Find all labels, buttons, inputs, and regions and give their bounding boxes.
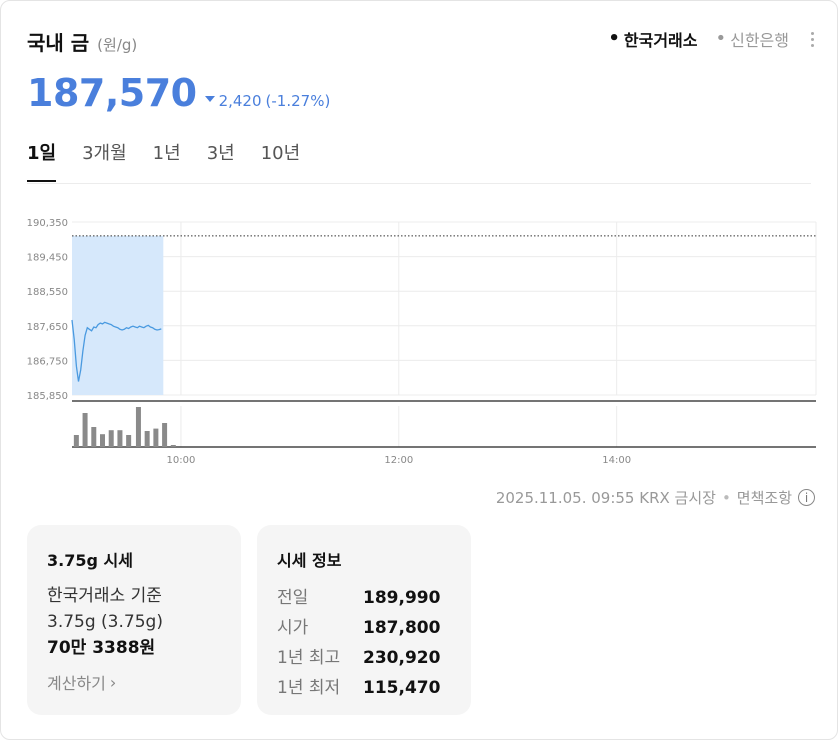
volume-bar bbox=[162, 423, 168, 447]
tab-1y[interactable]: 1년 bbox=[153, 137, 181, 181]
change-percent: (-1.27%) bbox=[265, 92, 331, 110]
info-row: 전일 189,990 bbox=[277, 583, 451, 613]
change-amount: 2,420 bbox=[218, 92, 262, 110]
info-label: 1년 최고 bbox=[277, 648, 341, 668]
y-tick-label: 190,350 bbox=[27, 218, 68, 229]
x-tick-label: 10:00 bbox=[167, 455, 196, 466]
y-tick-label: 186,750 bbox=[27, 356, 68, 367]
y-tick-label: 188,550 bbox=[27, 287, 68, 298]
tab-10y[interactable]: 10년 bbox=[261, 137, 300, 181]
source-krx[interactable]: • 한국거래소 bbox=[608, 27, 697, 51]
price-change: 2,420 (-1.27%) bbox=[204, 92, 331, 110]
card-title: 국내 금 (원/g) bbox=[27, 27, 137, 56]
session-highlight bbox=[72, 235, 164, 395]
tab-3y[interactable]: 3년 bbox=[207, 137, 235, 181]
quote-info-title: 시세 정보 bbox=[277, 551, 342, 570]
x-tick-label: 14:00 bbox=[602, 455, 631, 466]
volume-bar bbox=[82, 413, 88, 447]
source-shinhan-label: 신한은행 bbox=[730, 31, 789, 50]
bullet-icon: • bbox=[715, 28, 727, 49]
unit-label: (원/g) bbox=[97, 36, 138, 54]
info-row: 시가 187,800 bbox=[277, 613, 451, 643]
info-value: 189,990 bbox=[363, 588, 441, 608]
volume-bar bbox=[153, 428, 159, 447]
price-block: 187,570 2,420 (-1.27%) bbox=[27, 71, 330, 115]
down-triangle-icon bbox=[204, 96, 215, 102]
unit-price-title: 3.75g 시세 bbox=[47, 551, 133, 570]
tab-3m[interactable]: 3개월 bbox=[82, 137, 127, 181]
info-icon[interactable]: i bbox=[798, 489, 815, 506]
current-price: 187,570 bbox=[27, 71, 197, 115]
volume-bar bbox=[117, 430, 123, 447]
calculate-label: 계산하기 bbox=[47, 674, 106, 693]
source-krx-label: 한국거래소 bbox=[623, 31, 698, 50]
x-tick-label: 12:00 bbox=[384, 455, 413, 466]
y-tick-label: 187,650 bbox=[27, 322, 68, 333]
tab-1d[interactable]: 1일 bbox=[27, 137, 57, 182]
source-selector: • 한국거래소 • 신한은행 bbox=[590, 27, 817, 51]
source-shinhan[interactable]: • 신한은행 bbox=[715, 27, 789, 51]
info-label: 시가 bbox=[277, 618, 309, 638]
chevron-right-icon: › bbox=[109, 672, 117, 692]
volume-bar bbox=[170, 445, 176, 447]
volume-bar bbox=[144, 431, 150, 447]
period-tabs: 1일 3개월 1년 3년 10년 bbox=[27, 137, 811, 184]
basis-text: 한국거래소 기준 bbox=[47, 586, 162, 606]
footnote: 2025.11.05. 09:55 KRX 금시장 • 면책조항 i bbox=[496, 487, 815, 508]
info-label: 1년 최저 bbox=[277, 678, 341, 698]
volume-bar bbox=[135, 407, 141, 447]
price-chart[interactable]: 190,350 189,450 188,550 187,650 186,750 185,8… bbox=[1, 201, 840, 471]
info-value: 115,470 bbox=[363, 678, 441, 698]
weight-text: 3.75g (3.75g) bbox=[47, 612, 163, 632]
info-value: 187,800 bbox=[363, 618, 441, 638]
gold-price-card: 국내 금 (원/g) • 한국거래소 • 신한은행 187,570 2,420 … bbox=[0, 0, 838, 740]
volume-bar bbox=[100, 434, 106, 447]
quote-info-box: 시세 정보 전일 189,990 시가 187,800 1년 최고 230,92… bbox=[257, 525, 471, 715]
y-tick-label: 189,450 bbox=[27, 253, 68, 264]
bullet-icon: • bbox=[608, 28, 620, 49]
volume-bar bbox=[126, 435, 132, 447]
info-row: 1년 최저 115,470 bbox=[277, 673, 451, 703]
disclaimer-link[interactable]: 면책조항 bbox=[737, 487, 792, 508]
unit-price-value: 70만 3388원 bbox=[47, 638, 156, 658]
asset-title: 국내 금 bbox=[27, 31, 90, 55]
volume-bar bbox=[91, 427, 97, 447]
calculate-link[interactable]: 계산하기 › bbox=[47, 670, 116, 694]
volume-bar bbox=[108, 430, 114, 447]
y-tick-label: 185,850 bbox=[27, 391, 68, 402]
more-vertical-icon[interactable] bbox=[807, 31, 817, 47]
unit-price-box: 3.75g 시세 한국거래소 기준 3.75g (3.75g) 70만 3388… bbox=[27, 525, 241, 715]
info-value: 230,920 bbox=[363, 648, 441, 668]
volume-bar bbox=[73, 435, 79, 447]
timestamp: 2025.11.05. 09:55 KRX 금시장 bbox=[495, 489, 716, 507]
separator: • bbox=[721, 488, 731, 507]
info-label: 전일 bbox=[277, 588, 309, 608]
info-row: 1년 최고 230,920 bbox=[277, 643, 451, 673]
